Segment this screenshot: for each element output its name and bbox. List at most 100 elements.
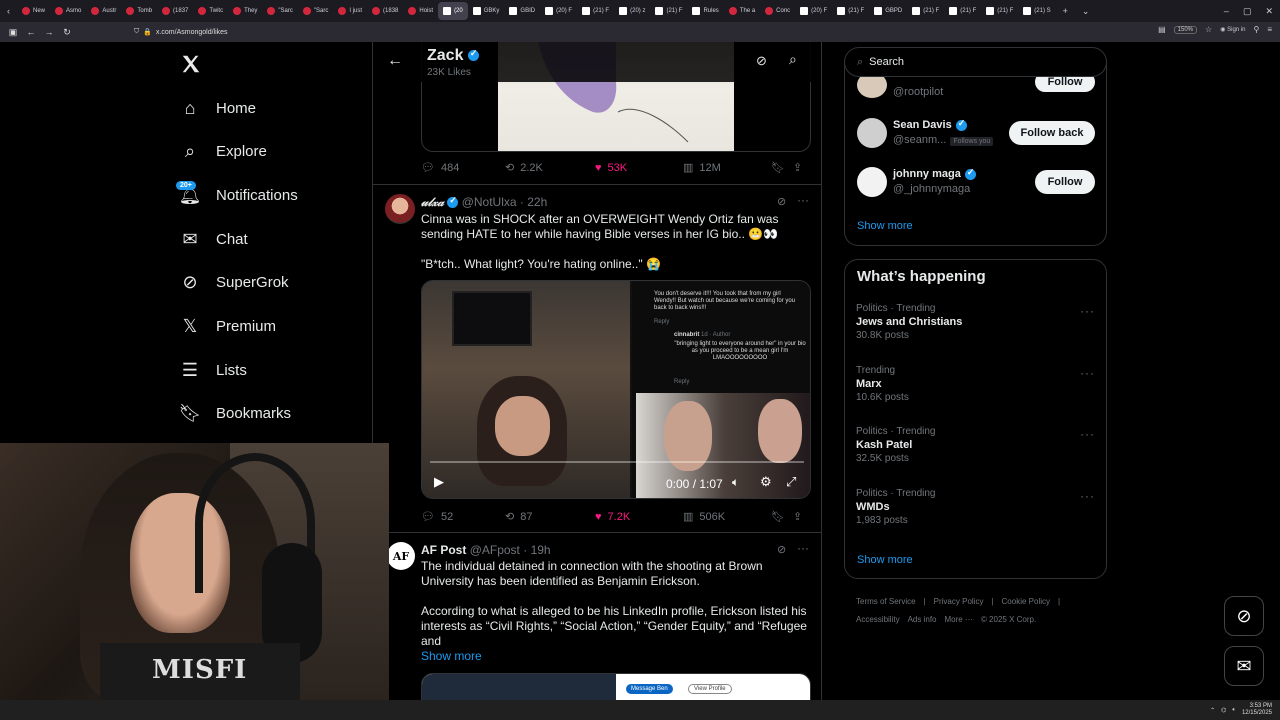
more-icon[interactable]: ···: [797, 541, 809, 555]
settings-icon[interactable]: ⚙: [760, 474, 772, 490]
browser-tab[interactable]: (21) F: [944, 2, 981, 20]
browser-tab[interactable]: (20: [438, 2, 468, 20]
footer-link[interactable]: Privacy Policy: [934, 597, 984, 606]
zoom-level[interactable]: 150%: [1173, 25, 1198, 34]
maximize-icon[interactable]: ▢: [1236, 6, 1259, 17]
like-button[interactable]: ♥ 7.2K: [595, 511, 683, 523]
reload-icon[interactable]: ↻: [58, 27, 76, 38]
fullscreen-icon[interactable]: ⤢: [786, 474, 796, 490]
forward-icon[interactable]: →: [40, 27, 58, 37]
browser-tab[interactable]: Austr: [86, 2, 121, 20]
share-icon[interactable]: ⇪: [793, 161, 802, 174]
repost-button[interactable]: ⟲ 87: [505, 510, 595, 524]
browser-tab[interactable]: GBPD: [869, 2, 907, 20]
follow-handle[interactable]: @_johnnymaga: [893, 183, 970, 195]
menu-icon[interactable]: ≡: [1267, 25, 1272, 34]
messages-floating-button[interactable]: ✉: [1224, 646, 1264, 686]
x-logo-icon[interactable]: [180, 53, 202, 75]
browser-tab[interactable]: Twitc: [193, 2, 228, 20]
trend-item[interactable]: Politics · Trending WMDs 1,983 posts: [856, 488, 935, 526]
avatar[interactable]: [857, 118, 887, 148]
follow-button[interactable]: Follow back: [1009, 121, 1095, 145]
browser-tab[interactable]: (21) F: [650, 2, 687, 20]
avatar[interactable]: [385, 194, 415, 224]
trend-more-icon[interactable]: ···: [1080, 366, 1095, 380]
trend-more-icon[interactable]: ···: [1080, 304, 1095, 318]
author-name[interactable]: AF Post: [421, 543, 466, 557]
nav-item-home[interactable]: ⌂ Home: [180, 98, 256, 118]
browser-tab[interactable]: New: [17, 2, 50, 20]
bookmark-icon[interactable]: 🔖︎: [771, 161, 793, 174]
browser-tab[interactable]: Asmo: [50, 2, 86, 20]
views-button[interactable]: ▥ 12M: [683, 161, 771, 175]
follow-name[interactable]: johnny maga: [893, 167, 976, 180]
volume-icon[interactable]: 🔈︎: [732, 475, 739, 490]
nav-item-explore[interactable]: ⌕ Explore: [180, 141, 267, 161]
browser-tab[interactable]: (20) z: [614, 2, 650, 20]
video-progress[interactable]: [430, 461, 804, 463]
trend-item[interactable]: Politics · Trending Kash Patel 32.5K posts: [856, 426, 935, 464]
browser-tab[interactable]: (21) F: [577, 2, 614, 20]
footer-link[interactable]: Cookie Policy: [1002, 597, 1050, 606]
follow-name[interactable]: Sean Davis: [893, 118, 967, 131]
share-icon[interactable]: ⇪: [793, 510, 802, 523]
sidebar-toggle-icon[interactable]: ▣: [4, 27, 22, 38]
browser-tab[interactable]: (21) F: [832, 2, 869, 20]
browser-tab[interactable]: (1838: [367, 2, 403, 20]
extensions-icon[interactable]: ⚲: [1253, 25, 1259, 34]
nav-item-premium[interactable]: 𝕏 Premium: [180, 316, 276, 336]
new-tab-icon[interactable]: +: [1056, 6, 1075, 16]
grok-floating-button[interactable]: ⊘: [1224, 596, 1264, 636]
grok-icon[interactable]: ⊘: [777, 195, 786, 208]
trend-item[interactable]: Trending Marx 10.6K posts: [856, 365, 909, 403]
browser-tab[interactable]: GBID: [504, 2, 540, 20]
nav-item-chat[interactable]: ✉ Chat: [180, 229, 247, 249]
trend-item[interactable]: Politics · Trending Jews and Christians 30…: [856, 303, 962, 341]
footer-link[interactable]: Terms of Service: [856, 597, 916, 606]
tab-scroll-icon[interactable]: ‹: [0, 6, 17, 16]
follow-button[interactable]: Follow: [1035, 170, 1095, 194]
url-field[interactable]: ⛉ 🔒 x.com/Asmongold/likes: [134, 25, 1134, 39]
nav-item-lists[interactable]: ☰ Lists: [180, 360, 247, 380]
sign-in-button[interactable]: ◉ Sign in: [1220, 26, 1245, 33]
more-icon[interactable]: ···: [797, 193, 809, 207]
browser-tab[interactable]: (1837: [157, 2, 193, 20]
reply-button[interactable]: 💬︎ 484: [421, 161, 505, 175]
browser-tab[interactable]: (21) S: [1018, 2, 1055, 20]
footer-link[interactable]: Ads info: [908, 615, 937, 624]
browser-tab[interactable]: Hoist: [403, 2, 438, 20]
browser-tab[interactable]: The a: [724, 2, 760, 20]
browser-tab[interactable]: Rules: [687, 2, 723, 20]
trend-more-icon[interactable]: ···: [1080, 427, 1095, 441]
show-more-trends[interactable]: Show more: [857, 554, 913, 566]
minimize-icon[interactable]: –: [1217, 6, 1236, 16]
like-button[interactable]: ♥ 53K: [595, 162, 683, 174]
avatar[interactable]: AF: [387, 542, 415, 570]
browser-tab[interactable]: Tomb: [121, 2, 157, 20]
grok-icon[interactable]: ⊘: [777, 543, 786, 556]
browser-tab[interactable]: (21) F: [981, 2, 1018, 20]
reply-button[interactable]: 💬︎ 52: [421, 510, 505, 524]
network-icon[interactable]: ⌬: [1221, 707, 1226, 714]
nav-item-supergrok[interactable]: ⊘ SuperGrok: [180, 272, 288, 292]
tweet2-video[interactable]: You don't deserve it!!! You took that fr…: [421, 280, 811, 499]
browser-tab[interactable]: GBKy: [468, 2, 505, 20]
footer-link[interactable]: Accessibility: [856, 615, 900, 624]
play-icon[interactable]: ▶: [434, 474, 444, 490]
avatar[interactable]: [857, 167, 887, 197]
close-icon[interactable]: ✕: [1258, 6, 1280, 17]
star-icon[interactable]: ☆: [1205, 25, 1212, 34]
author-name[interactable]: 𝓊𝓁𝓍𝒶: [421, 195, 444, 209]
browser-tab[interactable]: "Sarc: [262, 2, 297, 20]
grok-icon[interactable]: ⊘: [756, 53, 767, 69]
views-button[interactable]: ▥ 506K: [683, 510, 771, 524]
browser-tab[interactable]: (20) F: [540, 2, 577, 20]
show-more-follows[interactable]: Show more: [857, 220, 913, 232]
tray-chevron-icon[interactable]: ⌃: [1210, 707, 1215, 714]
clock[interactable]: 3:53 PM 12/15/2025: [1242, 703, 1272, 717]
tweet-time[interactable]: 19h: [531, 543, 551, 557]
repost-button[interactable]: ⟲ 2.2K: [505, 161, 595, 175]
back-icon[interactable]: ←: [22, 27, 40, 37]
browser-tab[interactable]: (20) F: [795, 2, 832, 20]
volume-icon[interactable]: 🔈︎: [1232, 707, 1236, 714]
